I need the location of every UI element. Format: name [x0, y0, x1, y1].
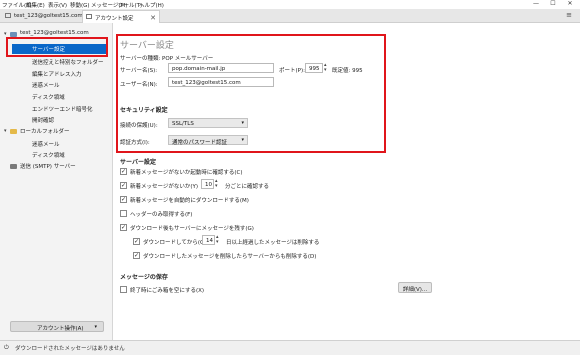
- periodic-check-checkbox[interactable]: ✓: [120, 182, 127, 189]
- minimize-button[interactable]: —: [528, 0, 544, 8]
- chevron-down-icon: ▾: [94, 324, 97, 330]
- auto-download-checkbox[interactable]: ✓: [120, 196, 127, 203]
- folder-icon: [10, 129, 17, 134]
- sidebar-account[interactable]: test_123@goltest15.com: [20, 30, 89, 36]
- delete-from-server-label: ダウンロードしたメッセージを削除したらサーバーからも削除する(D): [143, 254, 317, 260]
- delete-from-server-checkbox[interactable]: ✓: [133, 252, 140, 259]
- storage-heading: メッセージの保存: [120, 274, 168, 281]
- account-sidebar: ▾ test_123@goltest15.com サーバー設定 送信控えと特別な…: [0, 23, 113, 340]
- headers-only-checkbox[interactable]: [120, 210, 127, 217]
- server-settings-heading: サーバー設定: [120, 159, 156, 166]
- highlight-box-server-settings: [116, 34, 386, 153]
- outgoing-server-icon: [10, 164, 17, 169]
- minutes-stepper-icon[interactable]: ▴ ▾: [215, 179, 218, 189]
- sidebar-item-local-junk[interactable]: 迷惑メール: [32, 140, 60, 148]
- menu-view[interactable]: 表示(V): [48, 1, 67, 9]
- collapse-caret-icon[interactable]: ▾: [4, 128, 7, 134]
- sidebar-item-copies-folders[interactable]: 送信控えと特別なフォルダー: [32, 58, 104, 66]
- connection-status-icon: ⏻: [4, 344, 9, 351]
- sidebar-item-local-disk[interactable]: ディスク領域: [32, 151, 65, 159]
- sidebar-item-disk-space[interactable]: ディスク領域: [32, 93, 65, 101]
- days-input[interactable]: 14: [202, 235, 215, 245]
- menu-go[interactable]: 移動(G): [70, 1, 90, 9]
- mail-icon: [5, 13, 11, 18]
- days-stepper-icon[interactable]: ▴ ▾: [216, 235, 219, 245]
- minutes-suffix: 分ごとに確認する: [225, 184, 270, 190]
- sidebar-smtp[interactable]: 送信 (SMTP) サーバー: [20, 162, 76, 170]
- sidebar-local-folders[interactable]: ローカルフォルダー: [20, 127, 70, 135]
- leave-on-server-checkbox[interactable]: ✓: [120, 224, 127, 231]
- sidebar-item-junk[interactable]: 迷惑メール: [32, 81, 60, 89]
- delete-after-days-checkbox[interactable]: ✓: [133, 238, 140, 245]
- auto-download-label: 新着メッセージを自動的にダウンロードする(M): [130, 198, 249, 204]
- startup-check-checkbox[interactable]: ✓: [120, 168, 127, 175]
- status-text: ダウンロードされたメッセージはありません: [15, 346, 125, 352]
- leave-on-server-label: ダウンロード後もサーバーにメッセージを残す(G): [130, 226, 254, 232]
- highlight-box-sidebar: [6, 37, 108, 57]
- app-menu-icon[interactable]: ≡: [566, 11, 572, 19]
- tab-bar: test_123@goltest15.com アカウント設定 ✕ ≡: [0, 9, 580, 23]
- empty-trash-label: 終了時にごみ箱を空にする(X): [130, 288, 205, 294]
- advanced-button[interactable]: 詳細(V)...: [398, 282, 432, 293]
- periodic-check-label: 新着メッセージがないか(Y): [130, 184, 199, 190]
- tab-mail-label: test_123@goltest15.com: [14, 13, 83, 19]
- account-actions-label: アカウント操作(A): [37, 326, 84, 332]
- tab-account-settings[interactable]: アカウント設定 ✕: [82, 10, 160, 23]
- settings-icon: [86, 14, 92, 19]
- tab-account-settings-label: アカウント設定: [95, 16, 134, 22]
- status-bar: ⏻ ダウンロードされたメッセージはありません: [0, 340, 580, 355]
- close-tab-icon[interactable]: ✕: [150, 14, 156, 22]
- delete-after-days-label: ダウンロードしてから(O): [143, 240, 207, 246]
- tab-mail[interactable]: test_123@goltest15.com: [2, 10, 83, 22]
- sidebar-item-e2e[interactable]: エンドツーエンド暗号化: [32, 105, 93, 113]
- minutes-input[interactable]: 10: [201, 179, 214, 189]
- empty-trash-checkbox[interactable]: [120, 286, 127, 293]
- maximize-button[interactable]: ☐: [545, 0, 561, 8]
- account-actions-button[interactable]: アカウント操作(A) ▾: [10, 321, 104, 332]
- menu-help[interactable]: ヘルプ(H): [139, 1, 164, 9]
- close-window-button[interactable]: ✕: [562, 0, 578, 8]
- startup-check-label: 新着メッセージがないか起動時に確認する(C): [130, 170, 243, 176]
- days-suffix: 日以上経過したメッセージは削除する: [226, 240, 320, 246]
- headers-only-label: ヘッダーのみ取得する(F): [130, 212, 193, 218]
- sidebar-item-receipts[interactable]: 開封確認: [32, 116, 54, 124]
- sidebar-item-composition[interactable]: 編集とアドレス入力: [32, 70, 82, 78]
- settings-panel: サーバー設定 サーバーの種類: POP メールサーバー サーバー名(S): po…: [113, 23, 580, 340]
- menu-edit[interactable]: 編集(E): [26, 1, 45, 9]
